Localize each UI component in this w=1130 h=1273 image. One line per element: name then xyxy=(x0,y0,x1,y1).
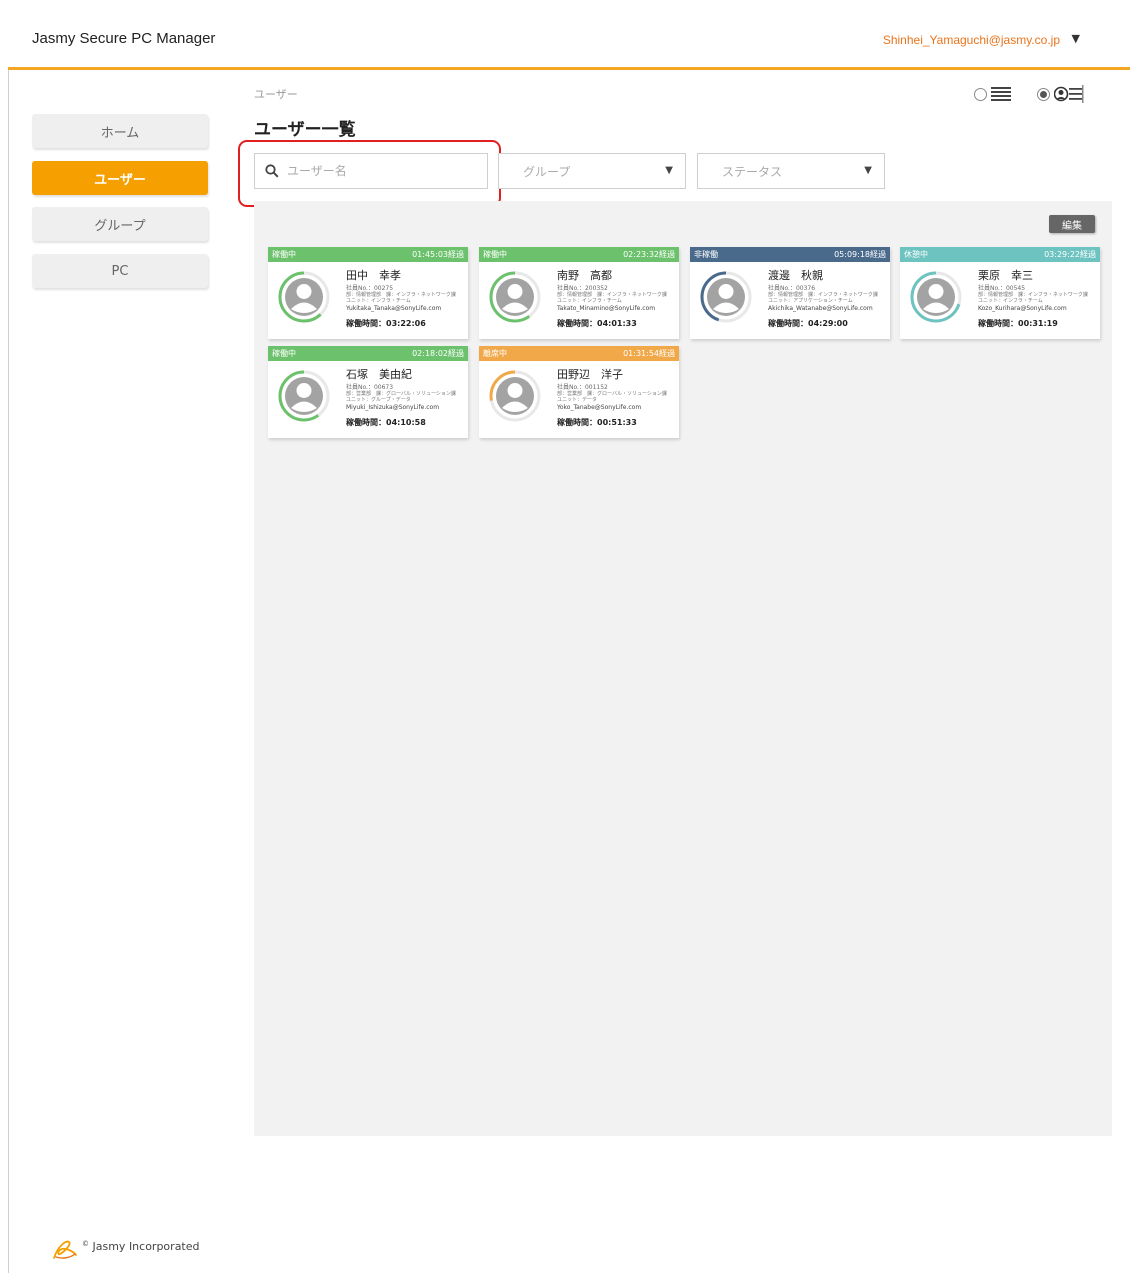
card-status-bar: 稼働中 02:18:02経過 xyxy=(268,346,468,361)
avatar-icon xyxy=(910,271,962,323)
footer-company: Jasmy Incorporated xyxy=(92,1240,200,1253)
breadcrumb[interactable]: ユーザー xyxy=(254,86,298,102)
card-email: Kozo_Kurihara@SonyLife.com xyxy=(978,305,1067,312)
app-title: Jasmy Secure PC Manager xyxy=(32,30,216,47)
card-unit: ユニット：アプリケーション・チーム xyxy=(768,298,853,304)
card-unit: ユニット：データ xyxy=(557,397,598,403)
card-uptime: 稼働時間：00:51:33 xyxy=(557,418,637,427)
card-user-name: 渡邊 秋親 xyxy=(768,269,823,282)
copyright-mark: © xyxy=(82,1240,89,1248)
sidebar-item-home[interactable]: ホーム xyxy=(32,114,208,148)
search-input[interactable] xyxy=(287,162,477,180)
sidebar-item-label: ユーザー xyxy=(94,172,146,188)
card-unit: ユニット：インフラ・チーム xyxy=(557,298,622,304)
avatar-icon xyxy=(278,271,330,323)
status-filter-placeholder: ステータス xyxy=(722,164,783,179)
sidebar-item-label: PC xyxy=(111,263,129,279)
card-status: 休憩中 xyxy=(904,250,928,259)
card-status: 非稼働 xyxy=(694,250,718,259)
card-status-bar: 稼働中 02:23:32経過 xyxy=(479,247,679,262)
group-filter-select[interactable]: グループ ▼ xyxy=(498,153,686,189)
list-view-radio[interactable] xyxy=(974,87,987,101)
edit-button[interactable]: 編集 xyxy=(1049,215,1095,233)
card-unit: ユニット：インフラ・チーム xyxy=(978,298,1043,304)
card-status-bar: 離席中 01:31:54経過 xyxy=(479,346,679,361)
card-unit: ユニット：グループ・データ xyxy=(346,397,411,403)
card-status-bar: 休憩中 03:29:22経過 xyxy=(900,247,1100,262)
card-email: Akichika_Watanabe@SonyLife.com xyxy=(768,305,873,312)
jasmy-logo-icon xyxy=(53,1240,77,1259)
user-card[interactable]: 非稼働 05:09:18経過 渡邊 秋親 社員No.：00376 部：情報管理部 課：イ… xyxy=(690,247,890,339)
user-card[interactable]: 稼働中 02:23:32経過 南野 高都 社員No.：200352 部：情報管理部 課：… xyxy=(479,247,679,339)
card-uptime: 稼働時間：04:01:33 xyxy=(557,319,637,328)
status-filter-select[interactable]: ステータス ▼ xyxy=(697,153,885,189)
card-user-name: 田中 幸孝 xyxy=(346,269,401,282)
card-status: 稼働中 xyxy=(272,349,296,358)
avatar-icon xyxy=(489,271,541,323)
view-mode-toggle xyxy=(974,84,1084,104)
avatar-icon xyxy=(700,271,752,323)
user-card[interactable]: 稼働中 02:18:02経過 石塚 美由紀 社員No.：00673 部：営業部 課：グロ… xyxy=(268,346,468,438)
list-view-icon[interactable] xyxy=(991,87,1011,101)
card-email: Miyuki_Ishizuka@SonyLife.com xyxy=(346,404,440,411)
card-email: Yukitaka_Tanaka@SonyLife.com xyxy=(346,305,442,312)
card-status: 稼働中 xyxy=(272,250,296,259)
card-elapsed: 02:23:32経過 xyxy=(623,250,675,259)
user-card[interactable]: 離席中 01:31:54経過 田野辺 洋子 社員No.：001152 部：営業部 課：グ… xyxy=(479,346,679,438)
card-status: 稼働中 xyxy=(483,250,507,259)
card-uptime: 稼働時間：03:22:06 xyxy=(346,319,426,328)
card-status-bar: 稼働中 01:45:03経過 xyxy=(268,247,468,262)
card-uptime: 稼働時間：04:29:00 xyxy=(768,319,848,328)
card-user-name: 栗原 幸三 xyxy=(978,269,1033,282)
sidebar-item-users[interactable]: ユーザー xyxy=(32,161,208,195)
sidebar-item-groups[interactable]: グループ xyxy=(32,207,208,241)
user-card-area xyxy=(254,201,1112,1136)
user-card[interactable]: 稼働中 01:45:03経過 田中 幸孝 社員No.：00275 部：情報管理部 課：イ… xyxy=(268,247,468,339)
card-elapsed: 01:45:03経過 xyxy=(412,250,464,259)
card-elapsed: 02:18:02経過 xyxy=(412,349,464,358)
sidebar-item-label: グループ xyxy=(94,218,146,234)
card-status-bar: 非稼働 05:09:18経過 xyxy=(690,247,890,262)
app-header: Jasmy Secure PC Manager Shinhei_Yamaguch… xyxy=(8,8,1130,70)
group-filter-placeholder: グループ xyxy=(523,164,571,179)
avatar-icon xyxy=(489,370,541,422)
user-account-email[interactable]: Shinhei_Yamaguchi@jasmy.co.jp xyxy=(883,33,1060,47)
chevron-down-icon: ▼ xyxy=(864,165,872,176)
card-uptime: 稼働時間：04:10:58 xyxy=(346,418,426,427)
chevron-down-icon: ▼ xyxy=(665,165,673,176)
page-title: ユーザー一覧 xyxy=(254,120,356,140)
sidebar-item-pc[interactable]: PC xyxy=(32,254,208,288)
sidebar-item-label: ホーム xyxy=(100,125,140,141)
user-card[interactable]: 休憩中 03:29:22経過 栗原 幸三 社員No.：00545 部：情報管理部 課：イ… xyxy=(900,247,1100,339)
card-view-radio[interactable] xyxy=(1037,87,1050,101)
chevron-down-icon[interactable]: ▼ xyxy=(1072,32,1080,45)
card-unit: ユニット：インフラ・チーム xyxy=(346,298,411,304)
card-view-icon[interactable] xyxy=(1054,85,1084,103)
card-email: Takato_Minamino@SonyLife.com xyxy=(557,305,656,312)
card-user-name: 南野 高都 xyxy=(557,269,612,282)
card-elapsed: 05:09:18経過 xyxy=(834,250,886,259)
card-uptime: 稼働時間：00:31:19 xyxy=(978,319,1058,328)
card-user-name: 石塚 美由紀 xyxy=(346,368,412,381)
card-elapsed: 01:31:54経過 xyxy=(623,349,675,358)
search-icon xyxy=(265,164,279,178)
card-user-name: 田野辺 洋子 xyxy=(557,368,623,381)
card-elapsed: 03:29:22経過 xyxy=(1044,250,1096,259)
footer-copyright: © Jasmy Incorporated xyxy=(82,1240,200,1253)
card-email: Yoko_Tanabe@SonyLife.com xyxy=(557,404,642,411)
avatar-icon xyxy=(278,370,330,422)
search-field[interactable] xyxy=(254,153,488,189)
card-status: 離席中 xyxy=(483,349,507,358)
